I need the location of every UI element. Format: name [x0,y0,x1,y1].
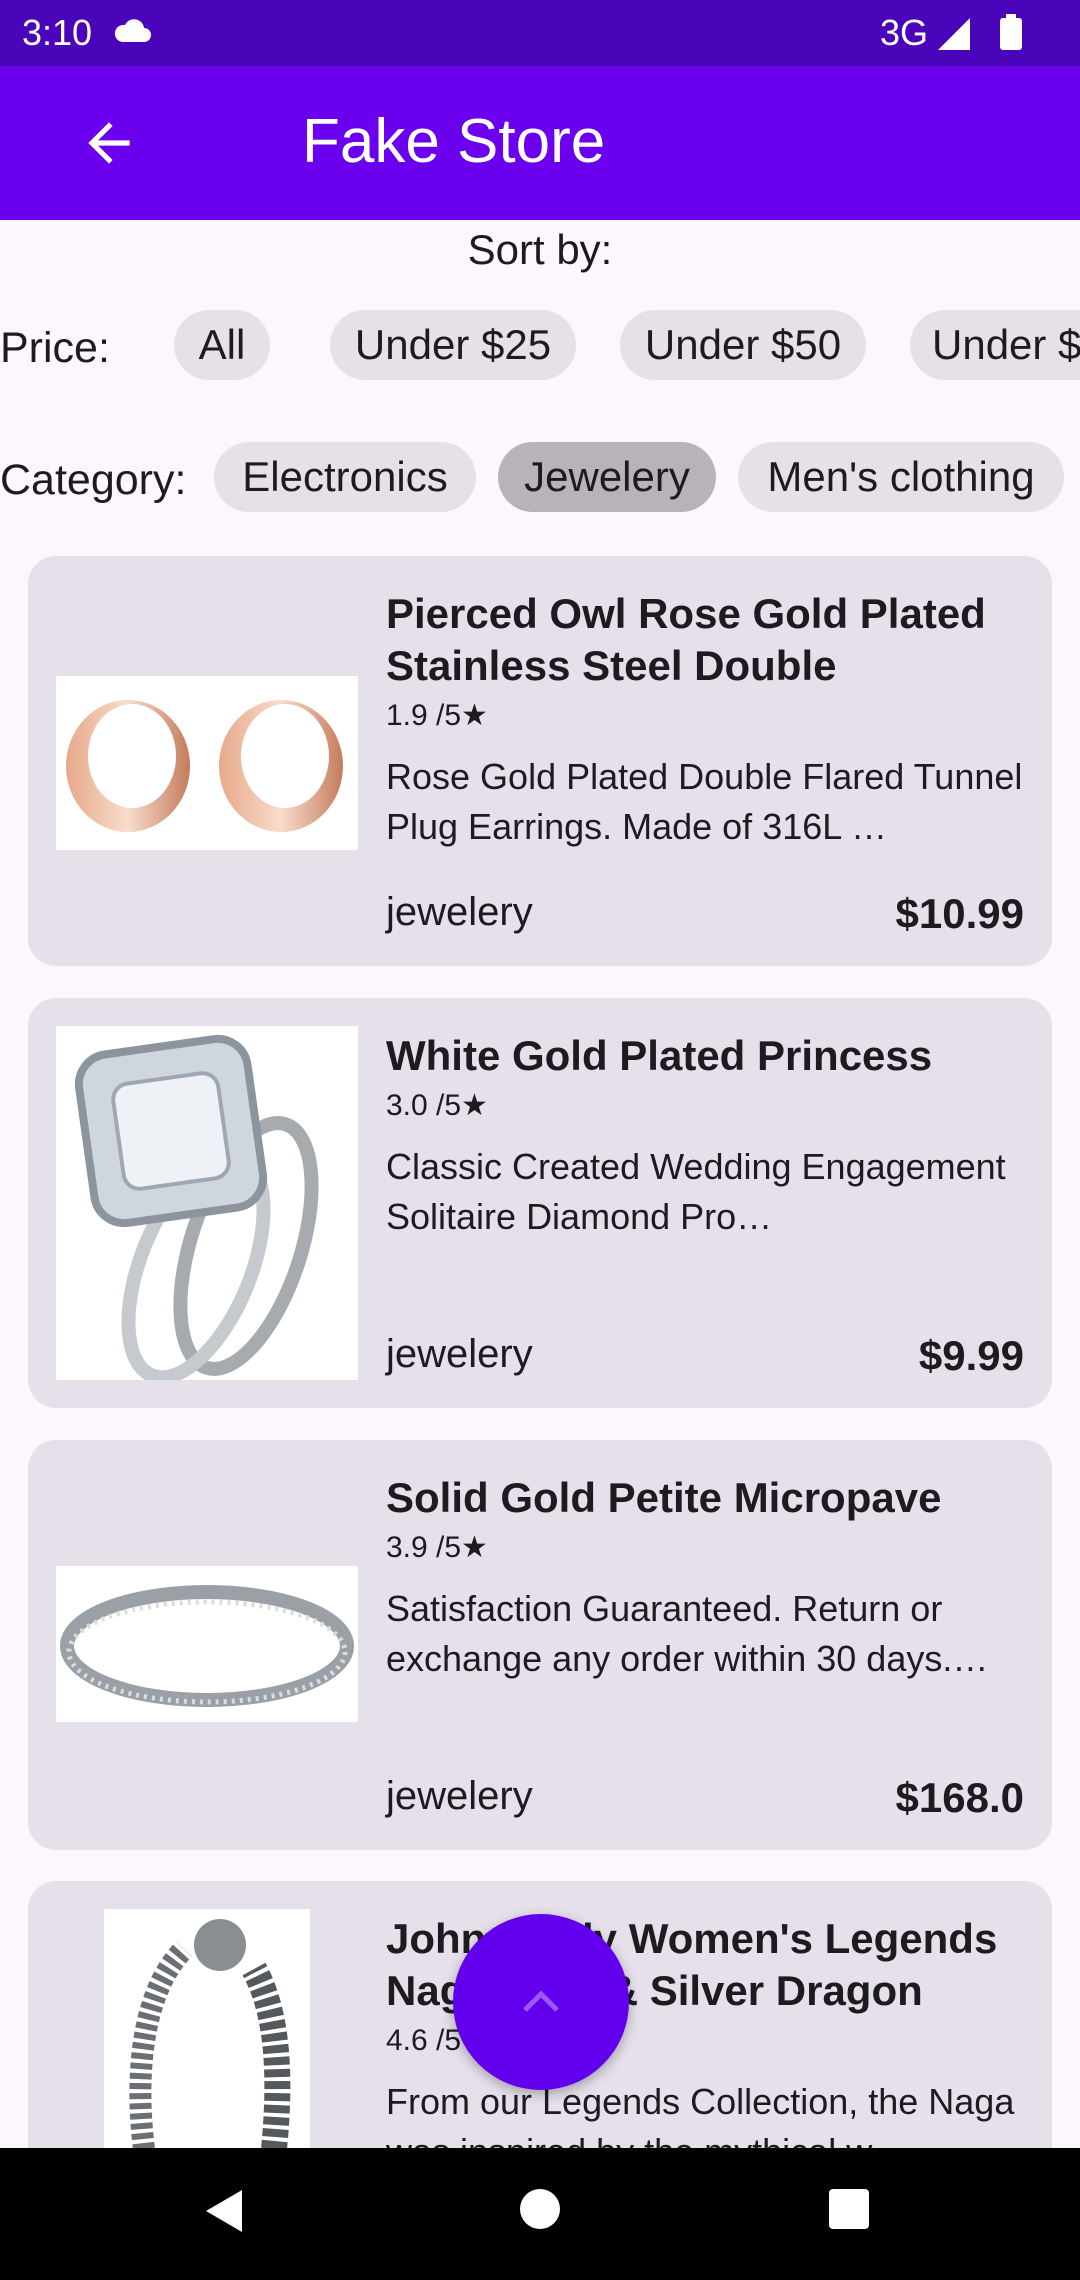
product-price: $10.99 [895,890,1024,937]
price-chip-under-more[interactable]: Under $ [910,310,1080,380]
product-card[interactable]: Pierced Owl Rose Gold Plated Stainless S… [28,556,1052,966]
square-recents-icon[interactable] [828,2188,870,2235]
product-price: $9.99 [918,1332,1024,1379]
product-rating: 3.0 /5★ [386,1089,488,1122]
price-chip-all[interactable]: All [174,310,270,380]
network-type: 3G [879,12,928,53]
product-category: jewelery [386,1774,533,1818]
battery-icon [1000,14,1022,55]
category-chip-mens-clothing[interactable]: Men's clothing [738,442,1064,512]
product-name: Solid Gold Petite Micropave [386,1474,942,1521]
signal-icon [936,16,972,57]
status-bar: 3:10 3G [0,0,1080,66]
product-card[interactable]: Solid Gold Petite Micropave 3.9 /5★ Sati… [28,1440,1052,1850]
product-name: Pierced Owl Rose Gold Plated Stainless S… [386,590,986,689]
product-rating: 1.9 /5★ [386,699,488,732]
product-rating: 3.9 /5★ [386,1531,488,1564]
price-chip-under-25[interactable]: Under $25 [330,310,576,380]
category-filter-row: Category: Electronics Jewelery Men's clo… [0,442,1080,522]
product-image-bracelet [104,1909,310,2148]
product-description: From our Legends Collection, the Naga wa… [386,2081,1015,2148]
system-nav-bar [0,2148,1080,2280]
category-chip-jewelery[interactable]: Jewelery [498,442,716,512]
price-filter-label: Price: [0,324,110,372]
page-title: Fake Store [302,107,606,176]
category-chip-electronics[interactable]: Electronics [214,442,476,512]
product-description: Classic Created Wedding Engagement Solit… [386,1146,1006,1237]
product-description: Rose Gold Plated Double Flared Tunnel Pl… [386,756,1023,847]
triangle-back-icon[interactable] [204,2188,246,2239]
arrow-left-icon[interactable] [78,112,140,179]
product-category: jewelery [386,1332,533,1376]
category-filter-label: Category: [0,456,187,504]
app-bar: Fake Store [0,66,1080,220]
chevron-up-icon [517,1980,565,2029]
price-chip-under-50[interactable]: Under $50 [620,310,866,380]
product-name: White Gold Plated Princess [386,1032,933,1079]
product-image-earrings [56,676,358,850]
product-description: Satisfaction Guaranteed. Return or excha… [386,1588,989,1679]
scroll-to-top-button[interactable] [453,1914,629,2090]
status-time: 3:10 [22,12,93,53]
cloud-icon [112,18,152,49]
product-card[interactable]: White Gold Plated Princess 3.0 /5★ Class… [28,998,1052,1408]
product-image-ring [56,1026,358,1385]
product-category: jewelery [386,890,533,934]
sort-by-label: Sort by: [467,226,613,273]
product-price: $168.0 [895,1774,1024,1821]
product-image-band [56,1566,358,1722]
price-filter-row: Price: All Under $25 Under $50 Under $ [0,310,1080,390]
circle-home-icon[interactable] [519,2188,561,2235]
